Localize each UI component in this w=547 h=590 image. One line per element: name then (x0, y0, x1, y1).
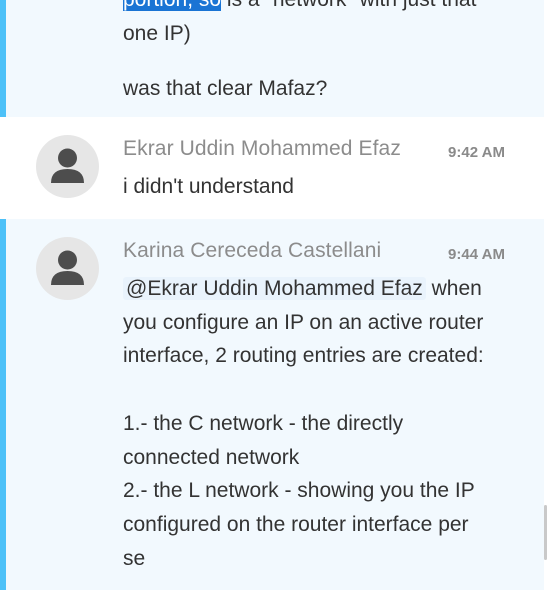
message: Ekrar Uddin Mohammed Efaz 9:42 AM i didn… (0, 117, 544, 219)
user-icon (51, 250, 84, 285)
message-line: connected network (123, 445, 300, 469)
chat-message-list: portion, so is a "network" with just tha… (0, 0, 547, 590)
message-body: i didn't understand (123, 175, 294, 198)
message-author[interactable]: Ekrar Uddin Mohammed Efaz (123, 137, 401, 161)
message-line: portion, so is a "network" with just tha… (123, 0, 513, 17)
user-mention[interactable]: @Ekrar Uddin Mohammed Efaz (123, 277, 426, 300)
message-timestamp[interactable]: 9:44 AM (448, 246, 505, 263)
message-timestamp[interactable]: 9:42 AM (448, 144, 505, 161)
message-line: interface, 2 routing entries are created… (123, 344, 484, 368)
message: Karina Cereceda Castellani 9:44 AM @Ekra… (0, 219, 544, 590)
message-line: was that clear Mafaz? (123, 77, 328, 101)
message-line: you configure an IP on an active router (123, 310, 484, 334)
message-line: 2.- the L network - showing you the IP (123, 479, 475, 503)
message-author[interactable]: Karina Cereceda Castellani (123, 239, 381, 263)
message-line-text: when (425, 277, 482, 300)
message-line: one IP) (123, 21, 191, 45)
message-body: @Ekrar Uddin Mohammed Efaz when you conf… (123, 272, 513, 575)
user-icon (51, 148, 84, 183)
message-line: se (123, 546, 146, 570)
message-line: configured on the router interface per (123, 512, 469, 536)
message-continuation: portion, so is a "network" with just tha… (0, 0, 544, 117)
message-body: portion, so is a "network" with just tha… (123, 0, 513, 106)
message-line-text: is a "network" with just that (221, 0, 477, 11)
avatar[interactable] (36, 135, 99, 198)
selected-text: portion, so (123, 0, 222, 11)
message-line: 1.- the C network - the directly (123, 411, 404, 435)
avatar[interactable] (36, 237, 99, 300)
message-line: @Ekrar Uddin Mohammed Efaz when (123, 272, 513, 306)
